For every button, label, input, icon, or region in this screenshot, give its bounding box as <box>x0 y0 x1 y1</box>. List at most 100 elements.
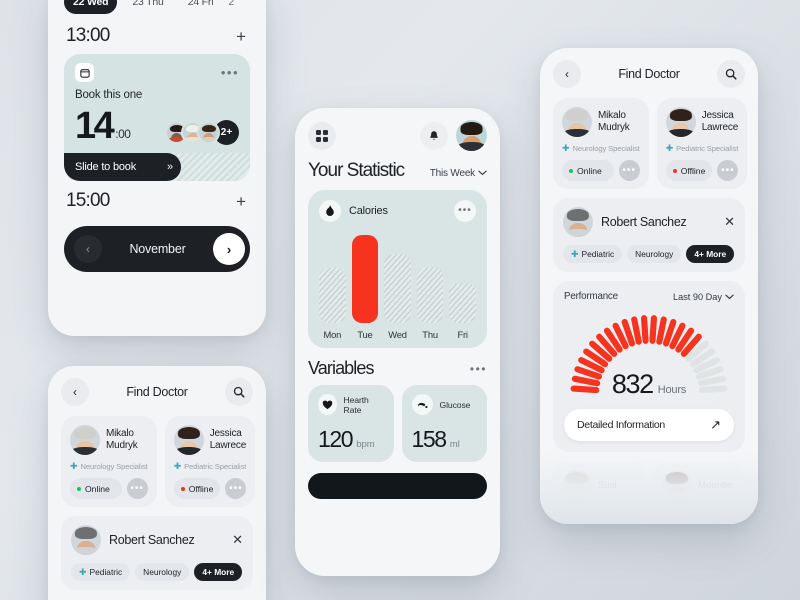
day-tab-label: 22 Wed <box>73 0 109 8</box>
day-tab-label: 24 Fri <box>187 0 214 8</box>
add-slot-button[interactable]: + <box>234 28 248 45</box>
booking-minutes: :00 <box>115 127 131 141</box>
user-avatar[interactable] <box>456 120 487 151</box>
slide-to-book-label: Slide to book <box>75 161 136 173</box>
doctor-more-button[interactable]: ••• <box>225 478 247 499</box>
avatar <box>563 207 593 237</box>
detailed-information-label: Detailed Information <box>577 419 665 431</box>
medical-cross-icon: ✚ <box>173 461 182 471</box>
slide-to-book-track[interactable]: Slide to book » <box>64 153 250 181</box>
next-month-button[interactable]: › <box>213 233 245 265</box>
bar-label: Tue <box>357 329 373 340</box>
booking-more-button[interactable]: ••• <box>221 66 239 79</box>
glucose-icon <box>411 394 433 415</box>
avatar <box>71 525 101 555</box>
doctor-last-name: Mudryk <box>598 122 630 133</box>
tag-neurology[interactable]: Neurology <box>135 563 190 581</box>
bar-label: Fri <box>457 329 468 340</box>
bell-icon[interactable] <box>420 121 448 150</box>
specialty-tags: ✚ Pediatric Neurology 4+ More <box>71 563 243 581</box>
more-dots: ••• <box>130 482 144 494</box>
booking-card[interactable]: ••• Book this one 14 :00 2+ Slide to boo… <box>64 54 250 181</box>
tag-pediatric[interactable]: ✚ Pediatric <box>563 245 623 263</box>
doctor-more-button[interactable]: ••• <box>717 160 739 181</box>
doctor-specialty-label: Neurology Specialist <box>80 462 148 471</box>
avatar <box>173 425 204 455</box>
status-label: Offline <box>188 483 214 494</box>
bar <box>351 235 379 323</box>
bottom-nav-bar[interactable] <box>308 473 487 499</box>
tag-label: Pediatric <box>89 567 123 577</box>
doctor-performance-phone-screen: ‹ Find Doctor Mikalo Mudryk ✚ Neurology … <box>540 48 758 524</box>
find-doctor-phone-screen: ‹ Find Doctor Mikalo Mudryk ✚ Neurology … <box>48 366 266 600</box>
add-slot-button[interactable]: + <box>234 193 248 210</box>
variable-name: Hearth Rate <box>343 394 369 415</box>
doctor-specialty-label: Pediatric Specialist <box>676 144 739 153</box>
doctor-more-button[interactable]: ••• <box>126 478 148 499</box>
doctor-specialty: ✚ Pediatric Specialist <box>666 144 739 154</box>
week-range-label: This Week <box>429 168 475 179</box>
variable-card-heart-rate[interactable]: Hearth Rate 120 bpm <box>308 385 394 462</box>
doctor-card-mikalo[interactable]: Mikalo Mudryk ✚ Neurology Specialist Onl… <box>553 98 649 189</box>
detailed-information-button[interactable]: Detailed Information ↗ <box>564 409 734 441</box>
day-tab-23-thu[interactable]: 23 Thu <box>123 0 172 14</box>
doctor-card-jessica[interactable]: Jessica Lawrece ✚ Pediatric Specialist O… <box>164 416 256 507</box>
doctor-last-name: Lawrece <box>701 122 739 133</box>
doctor-name: Mikalo Mudryk <box>106 428 138 452</box>
week-range-selector[interactable]: This Week <box>430 168 487 179</box>
prev-month-button[interactable]: ‹ <box>74 235 102 263</box>
performance-range-selector[interactable]: Last 90 Day <box>673 292 734 302</box>
tag-label: Neurology <box>143 567 182 577</box>
status-badge: Offline <box>173 478 221 499</box>
chevron-down-icon <box>725 292 734 302</box>
variables-more-button[interactable]: ••• <box>470 363 487 375</box>
tag-more[interactable]: 4+ More <box>686 245 735 263</box>
search-icon[interactable] <box>225 378 253 406</box>
participant-avatars: 2+ <box>165 120 239 145</box>
back-button[interactable]: ‹ <box>553 60 581 88</box>
status-label: Online <box>85 483 110 494</box>
page-title: Find Doctor <box>126 385 188 399</box>
more-dots: ••• <box>458 205 472 216</box>
tag-pediatric[interactable]: ✚ Pediatric <box>71 563 131 581</box>
medical-cross-icon: ✚ <box>70 461 78 471</box>
doctor-last-name: Lawrece <box>209 440 247 451</box>
bar-column: Mon <box>319 268 346 340</box>
calories-more-button[interactable]: ••• <box>454 200 476 222</box>
tag-neurology[interactable]: Neurology <box>627 245 682 263</box>
bar <box>416 266 444 323</box>
grid-menu-icon[interactable] <box>308 121 336 150</box>
close-icon[interactable]: ✕ <box>232 532 243 548</box>
bar-column: Fri <box>449 283 476 340</box>
doctor-first-name: Jessica <box>209 427 242 439</box>
tag-more[interactable]: 4+ More <box>194 563 243 581</box>
tag-label: 4+ More <box>694 249 727 259</box>
day-tab-24-fri[interactable]: 24 Fri <box>179 0 223 14</box>
close-icon[interactable]: ✕ <box>724 214 735 230</box>
time-slot-15: 15:00 + <box>64 181 250 219</box>
back-button[interactable]: ‹ <box>61 378 89 406</box>
arrow-up-right-icon: ↗ <box>710 417 721 432</box>
more-dots: ••• <box>622 164 636 176</box>
search-icon[interactable] <box>717 60 745 88</box>
status-badge: Offline <box>665 160 713 181</box>
doctor-card-jessica[interactable]: Jessica Lawrece ✚ Pediatric Specialist O… <box>656 98 748 189</box>
time-slot-13: 13:00 + <box>64 16 250 54</box>
slot-time-label: 13:00 <box>66 25 110 46</box>
day-tab-next-partial[interactable]: 2 <box>228 0 238 14</box>
bar-column: Tue <box>351 235 379 340</box>
tag-label: Pediatric <box>581 249 615 259</box>
gauge-tick <box>656 316 667 345</box>
booking-hour: 14 <box>75 105 115 147</box>
gauge-tick <box>631 316 642 345</box>
doctor-card-mikalo[interactable]: Mikalo Mudryk ✚ Neurology Specialist Onl… <box>61 416 157 507</box>
booking-hour-display: 14 :00 <box>75 105 131 147</box>
slide-to-book-knob[interactable]: Slide to book » <box>64 153 182 181</box>
variable-card-glucose[interactable]: Glucose 158 ml <box>401 385 487 462</box>
tag-label: 4+ More <box>202 567 235 577</box>
selected-doctor-name: Robert Sanchez <box>109 533 195 547</box>
day-tab-22-wed[interactable]: 22 Wed <box>64 0 118 14</box>
bar-label: Mon <box>323 329 342 340</box>
doctor-more-button[interactable]: ••• <box>618 160 640 181</box>
doctor-first-name: Mikalo <box>106 427 134 439</box>
